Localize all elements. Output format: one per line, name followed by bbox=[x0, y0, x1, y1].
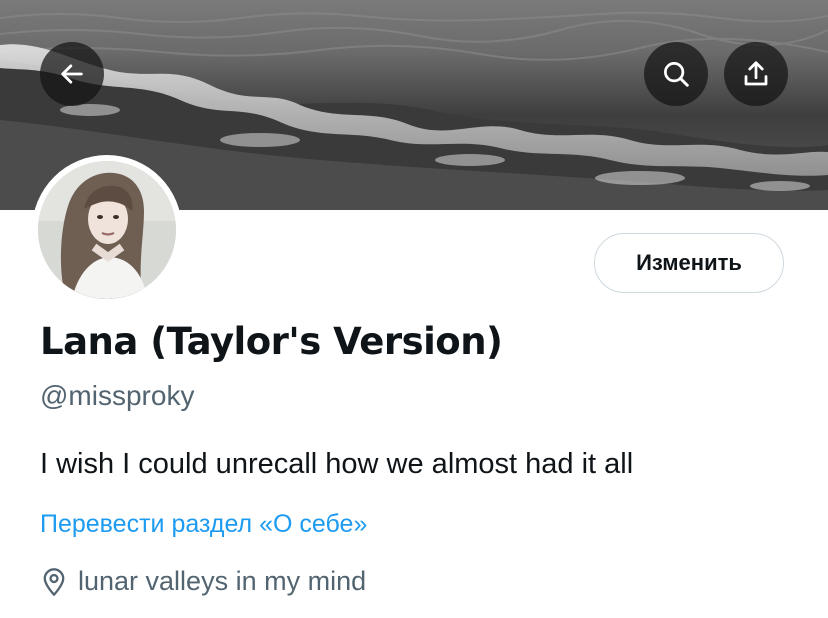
display-name: Lana (Taylor's Version) bbox=[40, 320, 503, 363]
location-text: lunar valleys in my mind bbox=[78, 566, 367, 596]
username-handle: @missproky bbox=[40, 380, 195, 411]
avatar[interactable] bbox=[38, 161, 176, 299]
avatar-photo bbox=[38, 161, 176, 299]
share-icon bbox=[744, 61, 768, 86]
location-pin-icon bbox=[43, 567, 65, 596]
arrow-left-icon bbox=[61, 64, 83, 84]
translate-bio-link[interactable]: Перевести раздел «О себе» bbox=[40, 510, 367, 539]
edit-profile-button[interactable]: Изменить bbox=[594, 233, 784, 293]
profile-location: lunar valleys in my mind bbox=[40, 566, 366, 597]
search-icon bbox=[664, 62, 689, 87]
search-button[interactable] bbox=[644, 42, 708, 106]
back-button[interactable] bbox=[40, 42, 104, 106]
profile-bio: I wish I could unrecall how we almost ha… bbox=[40, 448, 634, 480]
avatar-frame[interactable] bbox=[32, 155, 182, 305]
share-button[interactable] bbox=[724, 42, 788, 106]
